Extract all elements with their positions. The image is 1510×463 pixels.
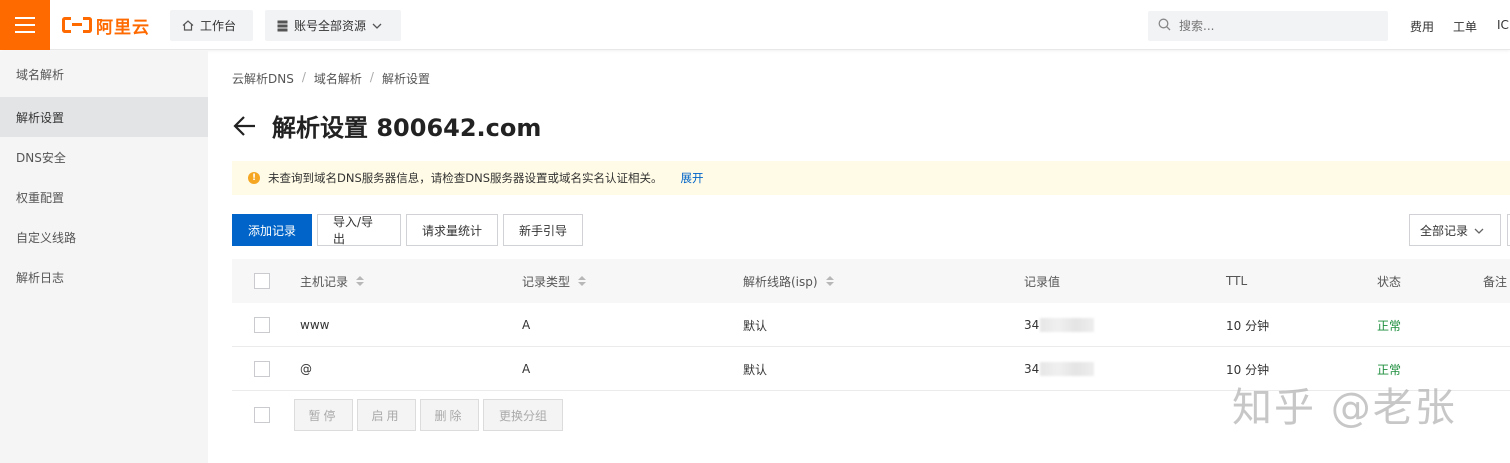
record-filter-value: 全部记录 (1420, 223, 1469, 238)
hamburger-menu-button[interactable] (0, 0, 50, 50)
cell-value: 34 (1024, 362, 1040, 376)
resources-label: 账号全部资源 (294, 19, 367, 33)
breadcrumb-item-current: 解析设置 (381, 72, 430, 86)
menu-line-icon (15, 17, 35, 19)
page-title-row: 解析设置 800642.com (232, 108, 541, 143)
sort-icon[interactable] (825, 276, 834, 286)
pause-button[interactable]: 暂停 (294, 399, 353, 431)
column-header-ttl: TTL (1226, 274, 1248, 288)
search-input[interactable] (1179, 19, 1359, 33)
redacted-value-blur (1040, 318, 1095, 332)
workbench-button[interactable]: 工作台 (170, 10, 253, 41)
main-content: 云解析DNS / 域名解析 / 解析设置 解析设置 800642.com ! 未… (208, 51, 1510, 463)
breadcrumb-separator: / (301, 70, 306, 84)
cell-status: 正常 (1377, 362, 1402, 377)
table-row: @ A 默认 34 10 分钟 正常 (232, 347, 1510, 391)
column-header-note: 备注 (1483, 274, 1508, 289)
breadcrumb-separator: / (369, 70, 374, 84)
table-row: www A 默认 34 10 分钟 正常 (232, 303, 1510, 347)
breadcrumb: 云解析DNS / 域名解析 / 解析设置 (232, 70, 430, 87)
menu-line-icon (15, 24, 35, 26)
notice-expand-link[interactable]: 展开 (681, 170, 704, 186)
cell-ttl: 10 分钟 (1226, 318, 1270, 333)
notice-text: 未查询到域名DNS服务器信息，请检查DNS服务器设置或域名实名认证相关。 (268, 171, 663, 185)
dns-warning-notice: ! 未查询到域名DNS服务器信息，请检查DNS服务器设置或域名实名认证相关。 展… (232, 161, 1510, 195)
row-checkbox[interactable] (254, 317, 270, 333)
sidebar-item-resolution-settings[interactable]: 解析设置 (0, 97, 208, 137)
server-icon (277, 20, 288, 32)
bulk-actions: 暂停 启用 删除 更换分组 (294, 399, 563, 431)
select-all-checkbox[interactable] (254, 273, 270, 289)
home-icon (182, 20, 194, 31)
bulk-select-checkbox[interactable] (254, 407, 270, 423)
sidebar-item-custom-line[interactable]: 自定义线路 (0, 217, 208, 257)
add-record-button[interactable]: 添加记录 (232, 214, 312, 246)
cell-host: @ (300, 362, 312, 376)
column-header-host: 主机记录 (300, 274, 349, 289)
sidebar-item-weight-config[interactable]: 权重配置 (0, 177, 208, 217)
ticket-link[interactable]: 工单 (1453, 18, 1477, 35)
beginner-guide-button[interactable]: 新手引导 (503, 214, 583, 246)
cell-ttl: 10 分钟 (1226, 362, 1270, 377)
back-arrow-icon[interactable] (232, 113, 258, 139)
delete-button[interactable]: 删除 (420, 399, 479, 431)
column-header-type: 记录类型 (522, 274, 571, 289)
column-header-value: 记录值 (1024, 274, 1061, 289)
record-filter-select[interactable]: 全部记录 (1409, 214, 1501, 246)
aliyun-logo-icon (62, 15, 92, 35)
column-header-status: 状态 (1377, 274, 1402, 289)
cell-line: 默认 (743, 318, 768, 333)
cell-line: 默认 (743, 362, 768, 377)
column-header-line: 解析线路(isp) (743, 274, 818, 289)
table-header: 主机记录 记录类型 解析线路(isp) 记录值 TTL 状态 备注 (232, 259, 1510, 303)
chevron-down-icon (1474, 223, 1484, 237)
enable-button[interactable]: 启用 (357, 399, 416, 431)
redacted-value-blur (1040, 362, 1095, 376)
row-checkbox[interactable] (254, 361, 270, 377)
sidebar: 域名解析 解析设置 DNS安全 权重配置 自定义线路 解析日志 (0, 51, 208, 463)
sort-icon[interactable] (356, 276, 365, 286)
bulk-actions-row: 暂停 启用 删除 更换分组 (232, 391, 1510, 439)
breadcrumb-item-domain-resolution[interactable]: 域名解析 (314, 70, 362, 87)
request-stats-button[interactable]: 请求量统计 (406, 214, 498, 246)
aliyun-logo[interactable]: 阿里云 (62, 13, 150, 38)
menu-line-icon (15, 31, 35, 33)
cell-type: A (522, 318, 531, 332)
icp-link[interactable]: IC (1497, 18, 1509, 32)
chevron-down-icon (372, 23, 382, 29)
record-toolbar: 添加记录 导入/导出 请求量统计 新手引导 (232, 214, 583, 246)
sidebar-item-resolution-log[interactable]: 解析日志 (0, 257, 208, 297)
breadcrumb-item-cloud-dns[interactable]: 云解析DNS (232, 70, 294, 87)
logo-text: 阿里云 (96, 17, 150, 38)
resources-dropdown[interactable]: 账号全部资源 (265, 10, 401, 41)
cell-host: www (300, 318, 330, 332)
cell-type: A (522, 362, 531, 376)
dns-records-table: 主机记录 记录类型 解析线路(isp) 记录值 TTL 状态 备注 www A … (232, 259, 1510, 439)
sidebar-header-domain-resolution[interactable]: 域名解析 (0, 51, 208, 97)
sort-icon[interactable] (578, 276, 587, 286)
cell-value: 34 (1024, 318, 1040, 332)
fee-link[interactable]: 费用 (1410, 18, 1434, 35)
warning-icon: ! (248, 172, 260, 184)
cell-status: 正常 (1377, 318, 1402, 333)
change-group-button[interactable]: 更换分组 (483, 399, 563, 431)
workbench-label: 工作台 (200, 19, 237, 33)
page-title: 解析设置 800642.com (272, 114, 542, 142)
search-icon (1158, 18, 1171, 34)
import-export-button[interactable]: 导入/导出 (317, 214, 401, 246)
sidebar-item-dns-security[interactable]: DNS安全 (0, 137, 208, 177)
global-search[interactable] (1148, 11, 1388, 41)
top-navigation-bar: 阿里云 工作台 账号全部资源 费用 工单 IC (0, 0, 1510, 50)
